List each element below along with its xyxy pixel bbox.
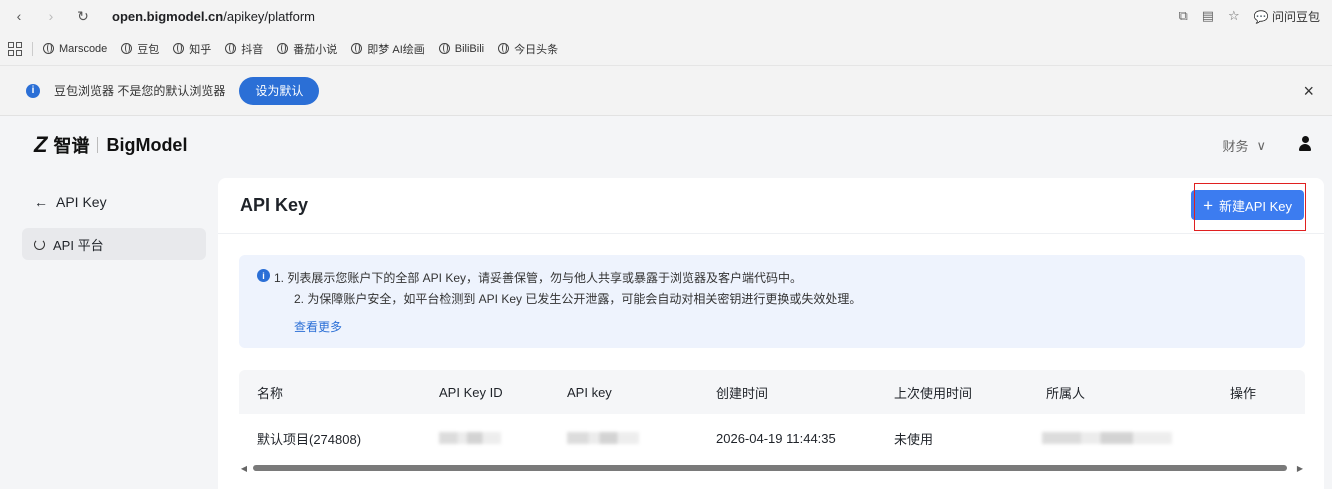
globe-icon	[277, 43, 289, 54]
bookmark-label: 豆包	[137, 43, 160, 56]
cell-name: 默认项目(274808)	[257, 431, 362, 447]
horizontal-scrollbar[interactable]: ◀ ▶	[239, 462, 1305, 474]
column-header-created: 创建时间	[716, 385, 769, 401]
sidebar-item-api-platform[interactable]: API 平台	[22, 228, 206, 260]
url-path: /apikey/platform	[223, 8, 315, 24]
column-header-last-used: 上次使用时间	[894, 385, 973, 401]
close-icon[interactable]: ×	[1303, 81, 1314, 102]
view-more-link[interactable]: 查看更多	[294, 318, 342, 335]
info-alert: i 1. 列表展示您账户下的全部 API Key，请妥善保管，勿与他人共享或暴露…	[239, 255, 1305, 348]
bookmark-label: BiliBili	[454, 42, 485, 55]
globe-icon	[121, 43, 133, 54]
screen-capture-icon[interactable]: ⧉	[1178, 8, 1187, 24]
cell-api-key-redacted	[567, 414, 639, 462]
globe-icon	[438, 43, 450, 54]
globe-icon	[498, 43, 510, 54]
column-header-key-id: API Key ID	[439, 384, 503, 400]
sidebar-item-label: API 平台	[53, 237, 104, 253]
scrollbar-thumb[interactable]	[253, 465, 1287, 471]
globe-icon	[225, 43, 237, 54]
cell-key-id-redacted	[439, 414, 501, 462]
highlight-box	[1194, 183, 1306, 231]
scroll-right-icon[interactable]: ▶	[1295, 464, 1305, 473]
zhipu-logo-icon: Z	[34, 132, 48, 157]
forward-arrow-icon[interactable]: ›	[40, 5, 62, 27]
bookmark-item[interactable]: 豆包	[121, 41, 159, 57]
arrow-left-icon: ←	[34, 194, 48, 210]
refresh-icon	[34, 238, 45, 250]
bookmark-item[interactable]: Marscode	[43, 43, 107, 55]
cell-last-used: 未使用	[894, 431, 934, 447]
ask-doubao-label: 问问豆包	[1271, 9, 1320, 24]
table-header: 名称 API Key ID API key 创建时间 上次使用时间 所属人 操作	[239, 370, 1305, 414]
page-header: API Key	[218, 178, 1324, 234]
browser-address-bar: ‹ › ↻ open.bigmodel.cn/apikey/platform ⧉…	[0, 0, 1332, 32]
page-title: API Key	[240, 195, 309, 215]
bookmark-label: Marscode	[59, 42, 108, 55]
url-field[interactable]: open.bigmodel.cn/apikey/platform	[112, 9, 315, 24]
url-host: open.bigmodel.cn	[112, 8, 224, 24]
globe-icon	[173, 43, 185, 54]
logo-divider	[97, 137, 99, 153]
alert-line-1: 1. 列表展示您账户下的全部 API Key，请妥善保管，勿与他人共享或暴露于浏…	[274, 271, 803, 285]
default-browser-notice: i 豆包浏览器 不是您的默认浏览器 设为默认 ×	[0, 66, 1332, 116]
reader-icon[interactable]: ▤	[1202, 8, 1214, 24]
globe-icon	[351, 43, 363, 54]
bookmark-item[interactable]: 番茄小说	[277, 41, 337, 57]
back-arrow-icon[interactable]: ‹	[8, 5, 30, 27]
reload-icon[interactable]: ↻	[72, 5, 94, 27]
api-key-table: 名称 API Key ID API key 创建时间 上次使用时间 所属人 操作…	[239, 370, 1305, 473]
table-row: 默认项目(274808) 2026-04-19 11:44:35 未使用	[239, 414, 1305, 462]
sidebar-back-apikey[interactable]: ← API Key	[22, 188, 206, 216]
app-header: Z 智谱 BigModel 财务 ∨	[0, 116, 1332, 174]
bookmark-item[interactable]: 抖音	[225, 41, 263, 57]
bookmark-divider	[32, 41, 33, 56]
user-avatar-icon[interactable]	[1298, 136, 1312, 152]
logo[interactable]: Z 智谱 BigModel	[34, 132, 187, 158]
bookmarks-bar: Marscode 豆包 知乎 抖音 番茄小说 即梦 AI绘画 BiliBili …	[0, 32, 1332, 66]
info-icon: i	[26, 83, 40, 98]
sidebar-back-label: API Key	[56, 194, 107, 210]
bookmark-label: 即梦 AI绘画	[367, 43, 425, 56]
info-icon: i	[257, 269, 270, 282]
column-header-actions: 操作	[1230, 385, 1257, 401]
notice-text: 豆包浏览器 不是您的默认浏览器	[54, 84, 226, 98]
apps-grid-icon[interactable]	[8, 41, 22, 56]
column-header-name: 名称	[257, 385, 284, 401]
sidebar: ← API Key API 平台	[22, 188, 206, 260]
bookmark-item[interactable]: BiliBili	[438, 42, 485, 55]
cell-owner-redacted	[1042, 414, 1172, 462]
logo-en-text: BigModel	[106, 134, 188, 155]
ask-doubao-button[interactable]: 💬 问问豆包	[1254, 8, 1320, 25]
bookmark-label: 抖音	[241, 43, 264, 56]
bookmark-item[interactable]: 即梦 AI绘画	[351, 41, 425, 57]
bookmark-label: 知乎	[189, 43, 212, 56]
bookmark-item[interactable]: 今日头条	[498, 41, 558, 57]
set-default-button[interactable]: 设为默认	[239, 76, 320, 105]
cell-created: 2026-04-19 11:44:35	[716, 430, 836, 446]
finance-menu[interactable]: 财务 ∨	[1222, 136, 1266, 155]
bookmark-label: 今日头条	[514, 43, 559, 56]
star-icon[interactable]: ☆	[1228, 8, 1240, 24]
main-panel: API Key + 新建API Key i 1. 列表展示您账户下的全部 API…	[218, 178, 1324, 489]
column-header-api-key: API key	[567, 384, 612, 400]
chevron-down-icon: ∨	[1256, 137, 1266, 153]
alert-line-2: 2. 为保障账户安全，如平台检测到 API Key 已发生公开泄露，可能会自动对…	[294, 292, 862, 306]
scroll-left-icon[interactable]: ◀	[239, 464, 249, 473]
logo-cn-text: 智谱	[53, 136, 90, 156]
globe-icon	[43, 43, 54, 54]
bookmark-item[interactable]: 知乎	[173, 41, 211, 57]
finance-label: 财务	[1222, 139, 1249, 154]
bookmark-label: 番茄小说	[293, 43, 338, 56]
column-header-owner: 所属人	[1046, 385, 1086, 401]
